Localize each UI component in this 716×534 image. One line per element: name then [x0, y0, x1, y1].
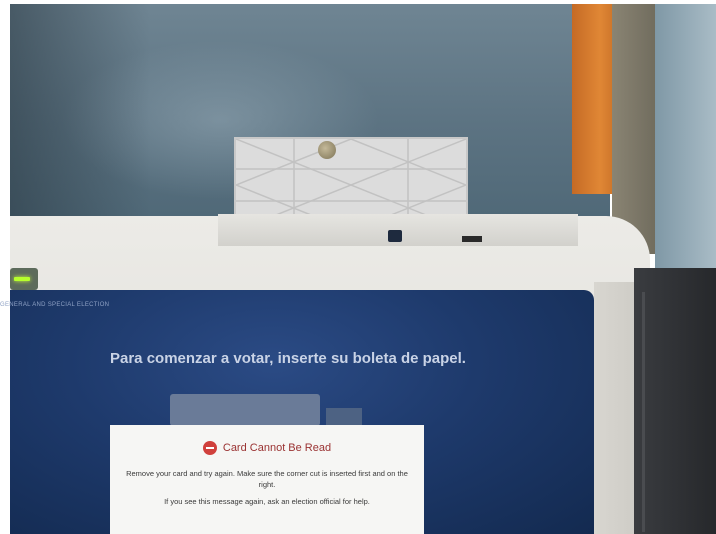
dialog-title-row: Card Cannot Be Read [110, 440, 424, 456]
flap-screw [318, 141, 336, 159]
ballot-illustration [170, 394, 320, 426]
election-header: GENERAL AND SPECIAL ELECTION [0, 302, 110, 308]
adjacent-device-edge [642, 292, 645, 532]
blue-wall [655, 4, 716, 274]
bay-port [388, 230, 402, 242]
status-light [10, 268, 38, 290]
dialog-help-text: If you see this message again, ask an el… [164, 497, 370, 506]
screen-bezel [594, 282, 634, 534]
door-frame [612, 4, 660, 254]
insert-ballot-prompt: Para comenzar a votar, inserte su boleta… [110, 350, 466, 367]
dialog-instruction: Remove your card and try again. Make sur… [126, 469, 408, 489]
error-dialog: Card Cannot Be Read Remove your card and… [110, 425, 424, 534]
shield-shadow [10, 4, 150, 224]
voting-machine-photo: GENERAL AND SPECIAL ELECTION Para comenz… [0, 0, 716, 534]
dialog-title: Card Cannot Be Read [222, 442, 332, 454]
adjacent-device [634, 268, 716, 534]
stop-icon [202, 441, 217, 455]
bay-latch [462, 236, 482, 242]
